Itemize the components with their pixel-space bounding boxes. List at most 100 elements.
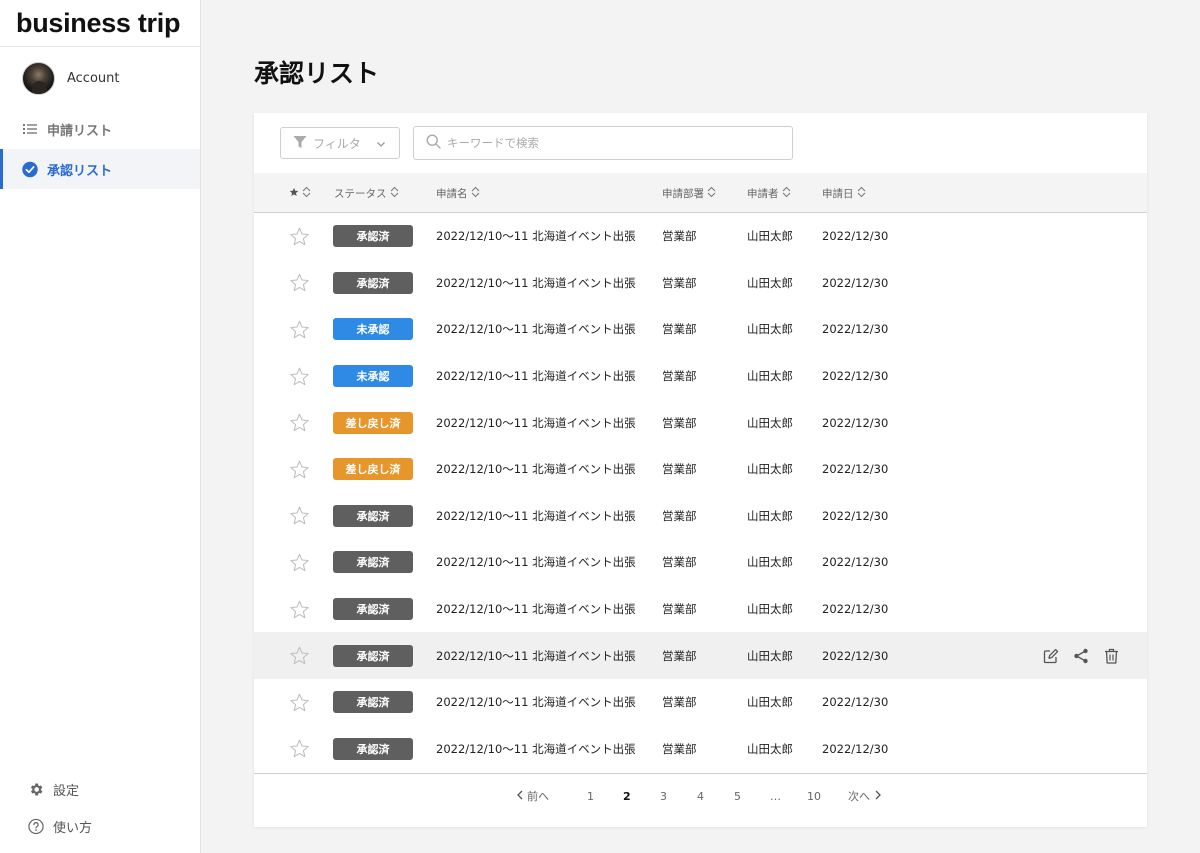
status-badge: 承認済 <box>333 691 413 714</box>
table-row[interactable]: 未承認 2022/12/10〜11 北海道イベント出張 営業部 山田太郎 2022/12… <box>254 353 1147 400</box>
share-icon[interactable] <box>1072 647 1090 665</box>
pagination-ellipsis: … <box>770 789 781 803</box>
nav-item-label: 申請リスト <box>47 123 113 139</box>
sort-icon <box>471 186 480 201</box>
table-row[interactable]: 承認済 2022/12/10〜11 北海道イベント出張 営業部 山田太郎 2022/12… <box>254 726 1147 773</box>
applicant-cell: 山田太郎 <box>747 275 793 290</box>
filter-dropdown[interactable]: フィルタ <box>280 127 400 159</box>
column-header-label: 申請名 <box>436 187 468 200</box>
department-cell: 営業部 <box>662 508 697 523</box>
nav-item-approval-list[interactable]: 承認リスト <box>0 149 200 189</box>
search-input[interactable] <box>447 136 767 150</box>
column-header-label: 申請者 <box>747 187 779 200</box>
status-badge: 承認済 <box>333 271 413 294</box>
nav-item-label: 使い方 <box>53 821 93 836</box>
date-cell: 2022/12/30 <box>822 508 889 523</box>
column-header-date[interactable]: 申請日 <box>822 173 866 213</box>
pagination-page[interactable]: 4 <box>697 774 704 818</box>
column-header-department[interactable]: 申請部署 <box>662 173 716 213</box>
favorite-star-icon[interactable] <box>289 446 310 493</box>
status-cell: 未承認 <box>333 306 413 353</box>
status-cell: 差し戻し済 <box>333 399 413 446</box>
table-row[interactable]: 承認済 2022/12/10〜11 北海道イベント出張 営業部 山田太郎 2022/12… <box>254 260 1147 307</box>
page-title: 承認リスト <box>254 59 380 88</box>
favorite-star-icon[interactable] <box>289 586 310 633</box>
pagination-page[interactable]: 3 <box>660 774 667 818</box>
status-cell: 承認済 <box>333 493 413 540</box>
help-icon <box>28 818 44 835</box>
favorite-star-icon[interactable] <box>289 539 310 586</box>
application-name-cell: 2022/12/10〜11 北海道イベント出張 <box>436 322 636 337</box>
table-header: ステータス 申請名 申請部署 申請者 申請日 <box>254 173 1147 213</box>
search-box <box>413 126 793 160</box>
filter-icon <box>293 135 307 152</box>
column-header-name[interactable]: 申請名 <box>436 173 480 213</box>
date-cell: 2022/12/30 <box>822 741 889 756</box>
application-name-cell: 2022/12/10〜11 北海道イベント出張 <box>436 369 636 384</box>
pagination-page[interactable]: 5 <box>734 774 741 818</box>
applicant-cell: 山田太郎 <box>747 229 793 244</box>
nav-item-settings[interactable]: 設定 <box>0 771 200 808</box>
nav-item-application-list[interactable]: 申請リスト <box>0 109 200 149</box>
status-cell: 承認済 <box>333 632 413 679</box>
applicant-cell: 山田太郎 <box>747 648 793 663</box>
pagination-page[interactable]: 10 <box>807 774 821 818</box>
sort-icon <box>707 186 716 201</box>
date-cell: 2022/12/30 <box>822 648 889 663</box>
status-badge: 承認済 <box>333 644 413 667</box>
status-badge: 承認済 <box>333 225 413 248</box>
sort-icon <box>390 186 399 201</box>
row-actions <box>1042 632 1120 679</box>
edit-icon[interactable] <box>1042 647 1060 665</box>
brand: business trip <box>0 0 200 47</box>
favorite-star-icon[interactable] <box>289 493 310 540</box>
application-name-cell: 2022/12/10〜11 北海道イベント出張 <box>436 741 636 756</box>
applicant-cell: 山田太郎 <box>747 369 793 384</box>
sort-icon <box>857 186 866 201</box>
pagination-next[interactable]: 次へ <box>848 774 882 818</box>
table-row[interactable]: 承認済 2022/12/10〜11 北海道イベント出張 営業部 山田太郎 2022/12… <box>254 632 1147 679</box>
status-cell: 承認済 <box>333 726 413 773</box>
account-link[interactable]: Account <box>0 47 200 109</box>
nav-item-help[interactable]: 使い方 <box>0 808 200 845</box>
column-header-status[interactable]: ステータス <box>334 173 399 213</box>
status-cell: 承認済 <box>333 539 413 586</box>
department-cell: 営業部 <box>662 462 697 477</box>
favorite-star-icon[interactable] <box>289 726 310 773</box>
pagination-prev[interactable]: 前へ <box>516 774 549 818</box>
status-cell: 差し戻し済 <box>333 446 413 493</box>
table-row[interactable]: 承認済 2022/12/10〜11 北海道イベント出張 営業部 山田太郎 2022/12… <box>254 679 1147 726</box>
gear-icon <box>28 782 44 798</box>
trash-icon[interactable] <box>1102 647 1120 665</box>
favorite-star-icon[interactable] <box>289 632 310 679</box>
table-row[interactable]: 承認済 2022/12/10〜11 北海道イベント出張 営業部 山田太郎 2022/12… <box>254 213 1147 260</box>
pagination-next-label: 次へ <box>848 790 870 803</box>
favorite-star-icon[interactable] <box>289 679 310 726</box>
check-circle-icon <box>22 161 38 177</box>
status-badge: 未承認 <box>333 318 413 341</box>
table-row[interactable]: 承認済 2022/12/10〜11 北海道イベント出張 営業部 山田太郎 2022/12… <box>254 586 1147 633</box>
favorite-star-icon[interactable] <box>289 213 310 260</box>
application-name-cell: 2022/12/10〜11 北海道イベント出張 <box>436 415 636 430</box>
table-row[interactable]: 差し戻し済 2022/12/10〜11 北海道イベント出張 営業部 山田太郎 2022/… <box>254 399 1147 446</box>
sidebar: business trip Account 申請リスト 承認リスト 設定 使い方 <box>0 0 201 853</box>
favorite-star-icon[interactable] <box>289 399 310 446</box>
department-cell: 営業部 <box>662 369 697 384</box>
table-row[interactable]: 承認済 2022/12/10〜11 北海道イベント出張 営業部 山田太郎 2022/12… <box>254 539 1147 586</box>
column-header-favorite[interactable] <box>289 173 311 213</box>
date-cell: 2022/12/30 <box>822 555 889 570</box>
date-cell: 2022/12/30 <box>822 695 889 710</box>
applicant-cell: 山田太郎 <box>747 555 793 570</box>
table-row[interactable]: 未承認 2022/12/10〜11 北海道イベント出張 営業部 山田太郎 2022/12… <box>254 306 1147 353</box>
favorite-star-icon[interactable] <box>289 260 310 307</box>
pagination-page-current[interactable]: 2 <box>623 774 631 818</box>
table-row[interactable]: 承認済 2022/12/10〜11 北海道イベント出張 営業部 山田太郎 2022/12… <box>254 493 1147 540</box>
table-row[interactable]: 差し戻し済 2022/12/10〜11 北海道イベント出張 営業部 山田太郎 2022/… <box>254 446 1147 493</box>
column-header-applicant[interactable]: 申請者 <box>747 173 791 213</box>
pagination-page[interactable]: 1 <box>587 774 594 818</box>
department-cell: 営業部 <box>662 275 697 290</box>
date-cell: 2022/12/30 <box>822 229 889 244</box>
favorite-star-icon[interactable] <box>289 353 310 400</box>
favorite-star-icon[interactable] <box>289 306 310 353</box>
status-badge: 差し戻し済 <box>333 411 413 434</box>
